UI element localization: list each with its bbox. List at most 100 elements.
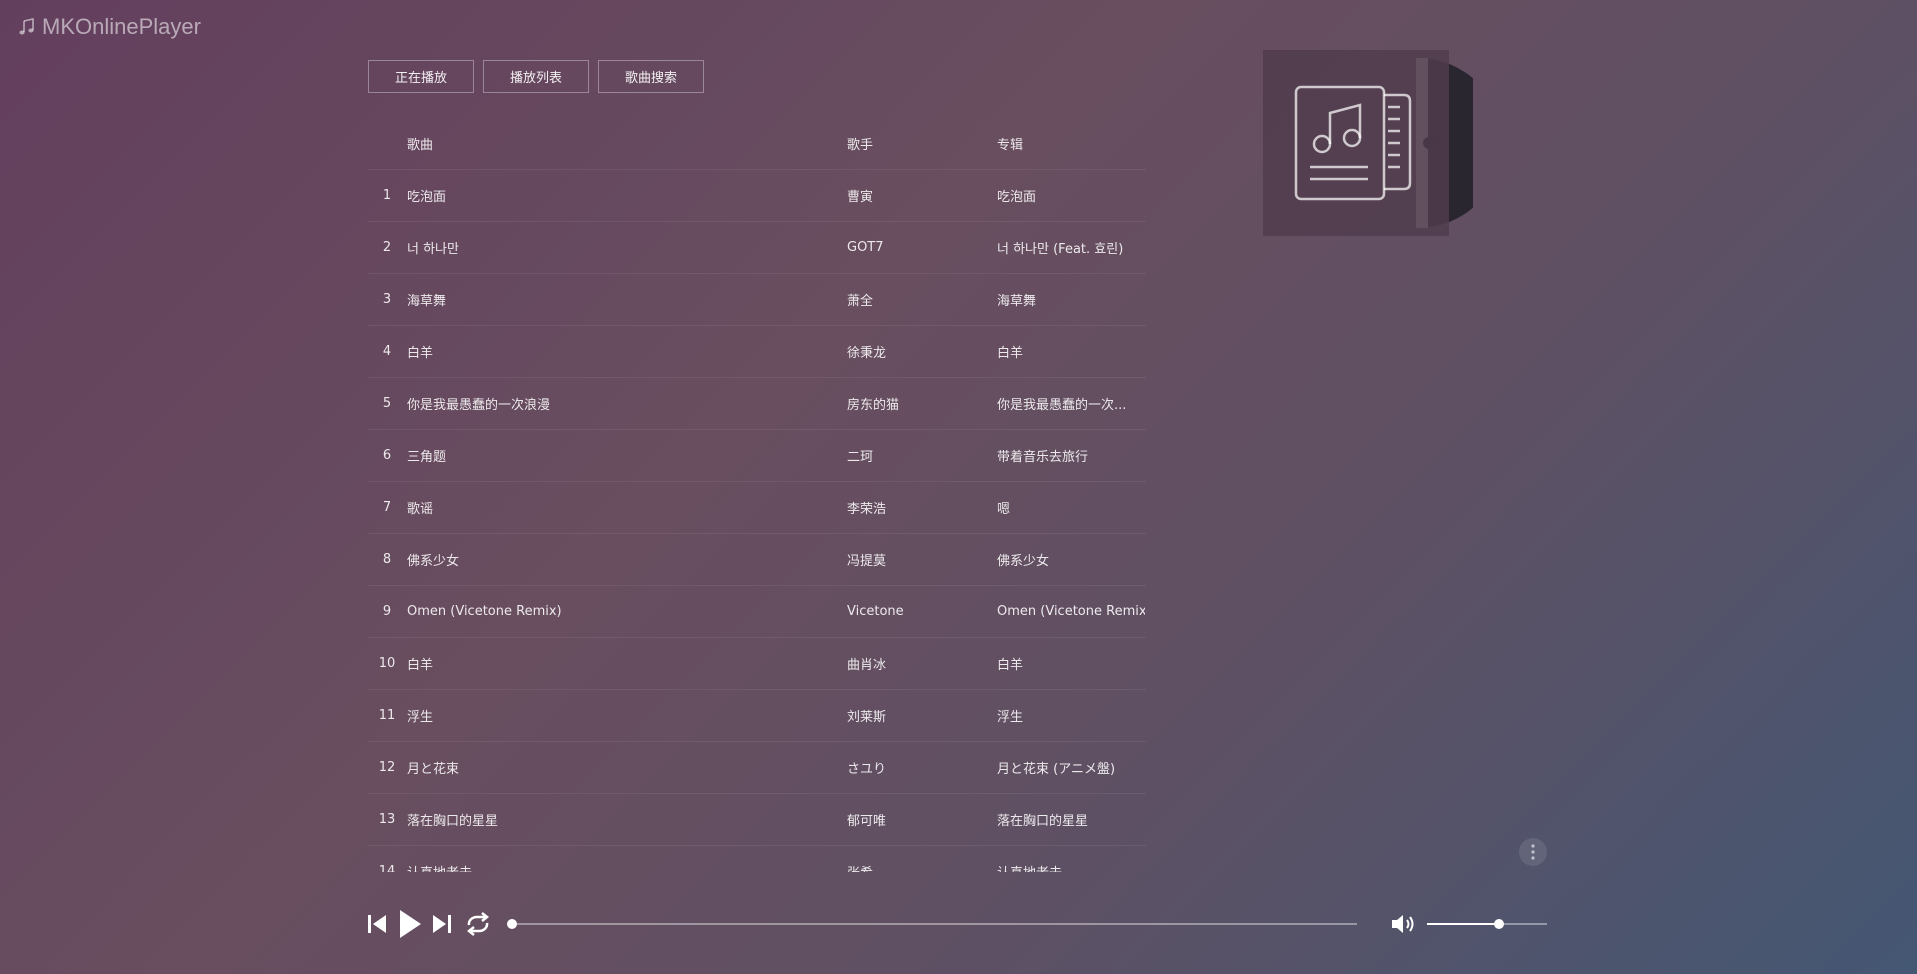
song-artist: さユり — [847, 762, 887, 777]
song-album: 带着音乐去旅行 — [997, 450, 1089, 465]
song-name: 落在胸口的星星 — [407, 814, 499, 829]
song-album: 落在胸口的星星 — [997, 814, 1089, 829]
song-number: 14 — [378, 864, 396, 872]
tab-now-playing[interactable]: 正在播放 — [368, 60, 474, 93]
song-artist: 曹寅 — [847, 190, 874, 205]
table-row[interactable]: 10 白羊 曲肖冰 白羊 — [368, 638, 1146, 690]
song-number: 10 — [378, 656, 396, 671]
header-album: 专辑 — [997, 138, 1024, 153]
play-icon — [400, 910, 421, 938]
song-album: 嗯 — [997, 502, 1011, 517]
volume-slider[interactable] — [1427, 919, 1547, 929]
album-cover-area — [1263, 50, 1473, 236]
tab-song-search[interactable]: 歌曲搜索 — [598, 60, 704, 93]
song-artist: 萧全 — [847, 294, 874, 309]
song-album: 너 하나만 (Feat. 효린) — [997, 242, 1124, 257]
song-number: 11 — [378, 708, 396, 723]
song-number: 8 — [382, 552, 392, 567]
table-row[interactable]: 11 浮生 刘莱斯 浮生 — [368, 690, 1146, 742]
song-number: 9 — [382, 604, 392, 619]
song-album: 海草舞 — [997, 294, 1037, 309]
repeat-icon — [466, 912, 490, 936]
song-artist: Vicetone — [847, 604, 904, 619]
song-album: 浮生 — [997, 710, 1024, 725]
next-button[interactable] — [428, 910, 456, 938]
table-row[interactable]: 8 佛系少女 冯提莫 佛系少女 — [368, 534, 1146, 586]
table-header: 歌曲 歌手 专辑 — [368, 118, 1146, 170]
album-cover — [1263, 50, 1449, 236]
more-options-button[interactable] — [1519, 838, 1547, 866]
song-album: 佛系少女 — [997, 554, 1050, 569]
song-artist: 房东的猫 — [847, 398, 900, 413]
song-artist: 郁可唯 — [847, 814, 887, 829]
song-artist: 冯提莫 — [847, 554, 887, 569]
song-artist: 曲肖冰 — [847, 658, 887, 673]
volume-fill — [1427, 923, 1499, 925]
tab-playlist[interactable]: 播放列表 — [483, 60, 589, 93]
song-number: 13 — [378, 812, 396, 827]
volume-knob[interactable] — [1494, 919, 1504, 929]
table-row[interactable]: 5 你是我最愚蠢的一次浪漫 房东的猫 你是我最愚蠢的一次... — [368, 378, 1146, 430]
music-document-icon — [1294, 85, 1412, 201]
app-logo: MKOnlinePlayer — [16, 14, 201, 40]
music-note-icon — [16, 16, 38, 38]
previous-icon — [368, 915, 386, 933]
song-album: 认真地老去 — [997, 862, 1145, 872]
song-name: 月と花束 — [407, 762, 460, 777]
song-artist: 李荣浩 — [847, 502, 887, 517]
song-list: 歌曲 歌手 专辑 1 吃泡面 曹寅 吃泡面 2 너 하나만 GOT7 너 하나만 (Feat.… — [368, 118, 1146, 872]
song-name: 浮生 — [407, 710, 434, 725]
header-artist: 歌手 — [847, 138, 874, 153]
song-number: 2 — [382, 240, 392, 255]
song-number: 5 — [382, 396, 392, 411]
song-name: 你是我最愚蠢的一次浪漫 — [407, 398, 551, 413]
song-number: 3 — [382, 292, 392, 307]
song-name: 歌谣 — [407, 502, 434, 517]
volume-icon — [1392, 915, 1414, 933]
song-number: 7 — [382, 500, 392, 515]
song-album: 吃泡面 — [997, 190, 1037, 205]
repeat-button[interactable] — [462, 910, 494, 938]
table-row[interactable]: 6 三角题 二珂 带着音乐去旅行 — [368, 430, 1146, 482]
next-icon — [433, 915, 451, 933]
tab-bar: 正在播放 播放列表 歌曲搜索 — [368, 60, 704, 93]
table-row[interactable]: 14 认真地老去张希认真地老去 — [368, 846, 1146, 872]
progress-bar[interactable] — [507, 919, 1357, 929]
playback-controls — [363, 908, 494, 940]
song-number: 12 — [378, 760, 396, 775]
song-name: 白羊 — [407, 658, 434, 673]
progress-knob[interactable] — [507, 919, 517, 929]
app-title: MKOnlinePlayer — [42, 14, 201, 39]
song-album: Omen (Vicetone Remix) — [997, 604, 1145, 619]
song-name: 认真地老去 — [407, 862, 837, 872]
more-vertical-icon — [1531, 844, 1535, 860]
table-row[interactable]: 4 白羊 徐秉龙 白羊 — [368, 326, 1146, 378]
table-row[interactable]: 9 Omen (Vicetone Remix) Vicetone Omen (Vice… — [368, 586, 1146, 638]
song-name: Omen (Vicetone Remix) — [407, 604, 562, 619]
song-number: 4 — [382, 344, 392, 359]
table-row[interactable]: 2 너 하나만 GOT7 너 하나만 (Feat. 효린) — [368, 222, 1146, 274]
song-name: 吃泡面 — [407, 190, 447, 205]
song-name: 너 하나만 — [407, 242, 459, 257]
song-artist: 刘莱斯 — [847, 710, 887, 725]
play-button[interactable] — [393, 908, 427, 940]
song-name: 白羊 — [407, 346, 434, 361]
table-row[interactable]: 7 歌谣 李荣浩 嗯 — [368, 482, 1146, 534]
song-name: 三角题 — [407, 450, 447, 465]
song-name: 佛系少女 — [407, 554, 460, 569]
song-album: 白羊 — [997, 346, 1024, 361]
song-artist: 徐秉龙 — [847, 346, 887, 361]
song-album: 月と花束 (アニメ盤) — [997, 762, 1116, 777]
song-artist: 二珂 — [847, 450, 874, 465]
volume-button[interactable] — [1390, 912, 1418, 936]
song-number: 1 — [382, 188, 392, 203]
table-row[interactable]: 13 落在胸口的星星 郁可唯 落在胸口的星星 — [368, 794, 1146, 846]
table-row[interactable]: 1 吃泡面 曹寅 吃泡面 — [368, 170, 1146, 222]
table-row[interactable]: 3 海草舞 萧全 海草舞 — [368, 274, 1146, 326]
song-artist: 张希 — [847, 862, 987, 872]
song-album: 你是我最愚蠢的一次... — [997, 398, 1127, 413]
previous-button[interactable] — [363, 910, 391, 938]
song-name: 海草舞 — [407, 294, 447, 309]
table-row[interactable]: 12 月と花束 さユり 月と花束 (アニメ盤) — [368, 742, 1146, 794]
song-artist: GOT7 — [847, 240, 884, 255]
